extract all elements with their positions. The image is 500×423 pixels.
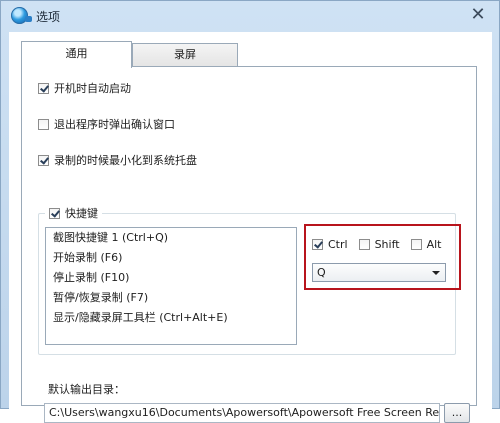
window-title: 选项 <box>36 10 61 24</box>
modifier-alt[interactable]: Alt <box>410 238 442 251</box>
option-exit-confirm[interactable]: 退出程序时弹出确认窗口 <box>38 116 175 132</box>
minimize-tray-label: 录制的时候最小化到系统托盘 <box>54 154 197 167</box>
option-auto-start[interactable]: 开机时自动启动 <box>38 80 131 96</box>
key-select-value: Q <box>317 266 326 279</box>
tab-general[interactable]: 通用 <box>21 41 132 68</box>
alt-checkbox[interactable] <box>410 239 422 250</box>
hotkeys-label: 快捷键 <box>65 207 98 220</box>
general-panel: 开机时自动启动 退出程序时弹出确认窗口 录制的时候最小化到系统托盘 快捷键 截图… <box>21 66 477 423</box>
ctrl-label: Ctrl <box>328 238 348 251</box>
tab-recording[interactable]: 录屏 <box>132 43 238 67</box>
browse-button[interactable]: ... <box>444 403 470 423</box>
hotkey-item[interactable]: 开始录制 (F6) <box>46 248 296 268</box>
exit-confirm-label: 退出程序时弹出确认窗口 <box>54 118 175 131</box>
hotkeys-checkbox[interactable] <box>49 207 60 219</box>
option-minimize-tray[interactable]: 录制的时候最小化到系统托盘 <box>38 152 197 168</box>
title-bar[interactable]: 选项 ✕ <box>1 1 499 31</box>
modifier-ctrl[interactable]: Ctrl <box>312 238 348 251</box>
options-dialog: 选项 ✕ 通用 录屏 开机时自动启动 退出程序时弹出确认窗口 录制的时候最小化到… <box>0 0 500 423</box>
alt-label: Alt <box>426 238 442 251</box>
key-select[interactable]: Q <box>312 263 446 282</box>
hotkeys-toggle[interactable]: 快捷键 <box>45 205 102 221</box>
modifier-row: Ctrl Shift Alt <box>312 238 453 251</box>
auto-start-label: 开机时自动启动 <box>54 82 131 95</box>
minimize-tray-checkbox[interactable] <box>38 154 49 166</box>
hotkey-item[interactable]: 停止录制 (F10) <box>46 268 296 288</box>
hotkey-list[interactable]: 截图快捷键 1 (Ctrl+Q) 开始录制 (F6) 停止录制 (F10) 暂停… <box>45 227 297 345</box>
ctrl-checkbox[interactable] <box>312 239 323 250</box>
close-button[interactable]: ✕ <box>467 5 489 25</box>
chevron-down-icon <box>432 271 440 275</box>
hotkey-item[interactable]: 暂停/恢复录制 (F7) <box>46 288 296 308</box>
dialog-content: 通用 录屏 开机时自动启动 退出程序时弹出确认窗口 录制的时候最小化到系统托盘 … <box>9 32 492 423</box>
hotkeys-group: 快捷键 截图快捷键 1 (Ctrl+Q) 开始录制 (F6) 停止录制 (F10… <box>38 205 461 355</box>
hotkey-item[interactable]: 显示/隐藏录屏工具栏 (Ctrl+Alt+E) <box>46 308 296 328</box>
exit-confirm-checkbox[interactable] <box>38 118 49 130</box>
shift-checkbox[interactable] <box>358 239 370 250</box>
auto-start-checkbox[interactable] <box>38 82 49 94</box>
output-path-field[interactable]: C:\Users\wangxu16\Documents\Apowersoft\A… <box>44 403 440 423</box>
hotkey-editor-highlight: Ctrl Shift Alt Q <box>304 224 461 290</box>
modifier-shift[interactable]: Shift <box>358 238 400 251</box>
hotkey-item[interactable]: 截图快捷键 1 (Ctrl+Q) <box>46 228 296 248</box>
shift-label: Shift <box>374 238 400 251</box>
app-logo-icon <box>11 7 32 24</box>
output-dir-label: 默认输出目录： <box>48 383 125 396</box>
